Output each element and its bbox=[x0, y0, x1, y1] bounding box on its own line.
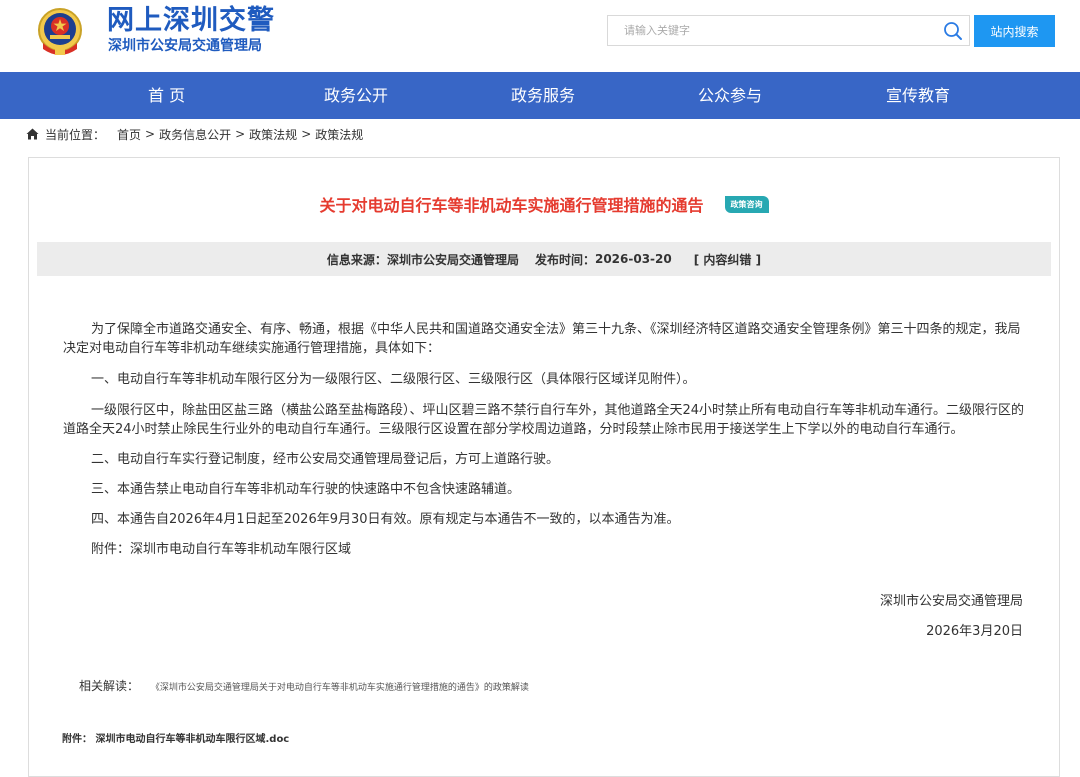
nav-item-home[interactable]: 首 页 bbox=[148, 72, 185, 119]
breadcrumb-separator: > bbox=[301, 127, 312, 141]
article-paragraph: 为了保障全市道路交通安全、有序、畅通，根据《中华人民共和国道路交通安全法》第三十… bbox=[63, 322, 1021, 356]
attachment-row: 附件： 深圳市电动自行车等非机动车限行区域.doc bbox=[62, 730, 289, 745]
breadcrumb-separator: > bbox=[235, 127, 246, 141]
nav-item-government-affairs[interactable]: 政务公开 bbox=[324, 72, 388, 119]
breadcrumb-label: 当前位置： bbox=[45, 127, 106, 142]
related-interpretation-link[interactable]: 《深圳市公安局交通管理局关于对电动自行车等非机动车实施通行管理措施的通告》的政策… bbox=[151, 683, 529, 693]
nav-item-public-participation[interactable]: 公众参与 bbox=[698, 72, 762, 119]
search-box bbox=[607, 15, 970, 46]
time-value: 2026-03-20 bbox=[594, 252, 672, 266]
attachment-download-link[interactable]: 深圳市电动自行车等非机动车限行区域.doc bbox=[95, 734, 289, 745]
article-paragraph: 三、本通告禁止电动自行车等非机动车行驶的快速路中不包含快速路辅道。 bbox=[91, 482, 521, 497]
article-paragraph: 一、电动自行车等非机动车限行区分为一级限行区、二级限行区、三级限行区（具体限行区… bbox=[91, 372, 696, 387]
source-label: 信息来源： bbox=[326, 252, 387, 267]
article-meta-bar: 信息来源： 深圳市公安局交通管理局 发布时间： 2026-03-20 [ 内容纠… bbox=[37, 242, 1051, 276]
site-search-button[interactable]: 站内搜索 bbox=[974, 15, 1055, 47]
article-attachment-line: 附件：深圳市电动自行车等非机动车限行区域 bbox=[91, 542, 352, 557]
signature-date: 2026年3月20日 bbox=[926, 624, 1023, 639]
search-icon[interactable] bbox=[943, 21, 963, 41]
site-subtitle: 深圳市公安局交通管理局 bbox=[108, 38, 262, 54]
breadcrumb: 当前位置： 首页 > 政务信息公开 > 政策法规 > 政策法规 bbox=[26, 125, 363, 143]
related-label: 相关解读： bbox=[79, 679, 140, 693]
policy-consult-badge[interactable]: 政策咨询 bbox=[724, 195, 769, 213]
signature-org: 深圳市公安局交通管理局 bbox=[879, 594, 1023, 609]
search-input[interactable] bbox=[608, 16, 928, 45]
content-correction-link[interactable]: [ 内容纠错 ] bbox=[694, 251, 761, 268]
home-icon bbox=[26, 128, 39, 140]
article-panel: 关于对电动自行车等非机动车实施通行管理措施的通告 政策咨询 信息来源： 深圳市公… bbox=[28, 157, 1060, 777]
nav-item-publicity-education[interactable]: 宣传教育 bbox=[886, 72, 950, 119]
article-body: 为了保障全市道路交通安全、有序、畅通，根据《中华人民共和国道路交通安全法》第三十… bbox=[63, 320, 1028, 559]
breadcrumb-item-policy[interactable]: 政策法规 bbox=[249, 126, 297, 143]
time-label: 发布时间： bbox=[534, 252, 595, 267]
breadcrumb-item-gov-info[interactable]: 政务信息公开 bbox=[159, 126, 231, 143]
article-paragraph: 四、本通告自2026年4月1日起至2026年9月30日有效。原有规定与本通告不一… bbox=[91, 512, 680, 527]
breadcrumb-item-home[interactable]: 首页 bbox=[117, 126, 141, 143]
source-value: 深圳市公安局交通管理局 bbox=[386, 252, 519, 267]
article-title-row: 关于对电动自行车等非机动车实施通行管理措施的通告 政策咨询 bbox=[29, 192, 1059, 216]
main-nav: 首 页 政务公开 政务服务 公众参与 宣传教育 bbox=[0, 72, 1080, 119]
article-paragraph: 一级限行区中，除盐田区盐三路（横盐公路至盐梅路段）、坪山区碧三路不禁行自行车外，… bbox=[63, 403, 1025, 437]
breadcrumb-separator: > bbox=[145, 127, 156, 141]
police-emblem-icon[interactable] bbox=[33, 5, 87, 59]
site-title[interactable]: 网上深圳交警 bbox=[107, 4, 275, 38]
breadcrumb-item-policy-current[interactable]: 政策法规 bbox=[315, 126, 363, 143]
nav-item-government-services[interactable]: 政务服务 bbox=[511, 72, 575, 119]
related-interpretation: 相关解读： 《深圳市公安局交通管理局关于对电动自行车等非机动车实施通行管理措施的… bbox=[79, 677, 529, 694]
attachment-label: 附件： bbox=[62, 734, 92, 745]
article-paragraph: 二、电动自行车实行登记制度，经市公安局交通管理局登记后，方可上道路行驶。 bbox=[91, 452, 560, 467]
site-header: 网上深圳交警 深圳市公安局交通管理局 站内搜索 bbox=[0, 0, 1080, 72]
article-title: 关于对电动自行车等非机动车实施通行管理措施的通告 bbox=[319, 196, 704, 215]
